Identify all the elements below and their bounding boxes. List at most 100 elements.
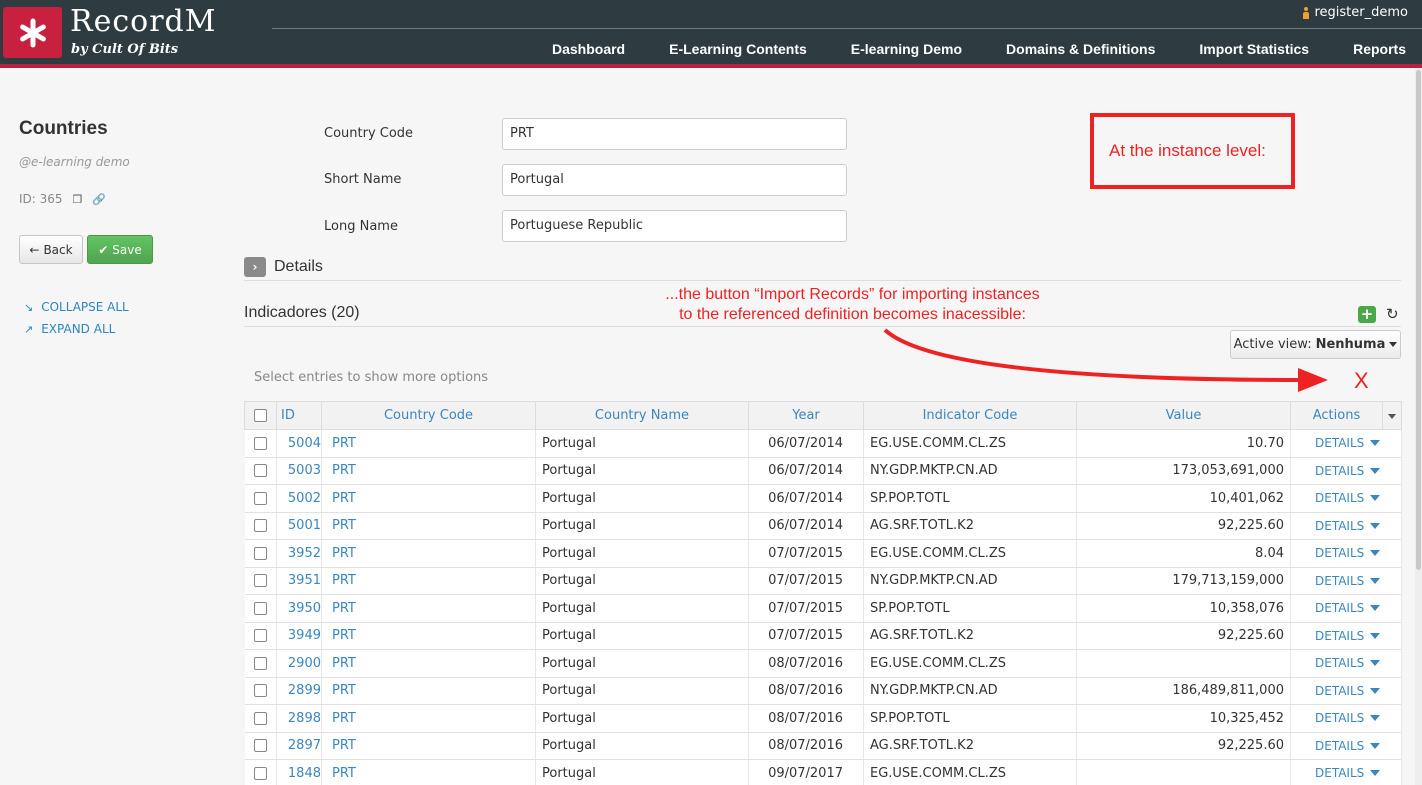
details-dropdown[interactable]: DETAILS: [1315, 436, 1395, 450]
nav-dashboard[interactable]: Dashboard: [524, 41, 641, 57]
details-dropdown[interactable]: DETAILS: [1315, 491, 1395, 505]
row-checkbox[interactable]: [253, 464, 267, 478]
row-country-code[interactable]: PRT: [321, 677, 536, 705]
table-row[interactable]: 5001 PRT Portugal 06/07/2014 AG.SRF.TOTL.K2 9…: [244, 512, 1402, 540]
row-checkbox[interactable]: [253, 739, 267, 753]
details-dropdown[interactable]: DETAILS: [1315, 656, 1395, 670]
row-id[interactable]: 3950: [276, 594, 322, 623]
app-header: RecordM by Cult Of Bits register_demo Da…: [0, 0, 1422, 64]
copy-icon[interactable]: ❐: [73, 193, 83, 206]
row-checkbox[interactable]: [253, 684, 267, 698]
row-id[interactable]: 3949: [276, 622, 322, 650]
row-year: 08/07/2016: [748, 677, 864, 705]
row-country-code[interactable]: PRT: [321, 732, 536, 760]
row-id[interactable]: 1848: [276, 759, 322, 785]
row-country-code[interactable]: PRT: [321, 567, 536, 595]
row-id[interactable]: 2898: [276, 704, 322, 733]
row-country-code[interactable]: PRT: [321, 704, 536, 733]
row-country-code[interactable]: PRT: [321, 457, 536, 485]
details-dropdown[interactable]: DETAILS: [1315, 546, 1395, 560]
details-dropdown[interactable]: DETAILS: [1315, 711, 1395, 725]
link-icon[interactable]: 🔗: [92, 193, 106, 206]
back-button[interactable]: ← Back: [19, 235, 83, 264]
row-checkbox[interactable]: [253, 601, 267, 615]
table-row[interactable]: 5002 PRT Portugal 06/07/2014 SP.POP.TOTL 10,4…: [244, 484, 1402, 513]
row-country-code[interactable]: PRT: [321, 594, 536, 623]
row-country-code[interactable]: PRT: [321, 759, 536, 785]
details-dropdown[interactable]: DETAILS: [1315, 464, 1395, 478]
column-menu[interactable]: [1382, 401, 1402, 430]
logo-icon[interactable]: [3, 7, 62, 58]
table-row[interactable]: 2900 PRT Portugal 08/07/2016 EG.USE.COMM.CL.…: [244, 649, 1402, 678]
table-row[interactable]: 3950 PRT Portugal 07/07/2015 SP.POP.TOTL 10,3…: [244, 594, 1402, 623]
nav-import-statistics[interactable]: Import Statistics: [1171, 41, 1325, 57]
short-name-field[interactable]: Portugal: [502, 164, 847, 196]
row-country-code[interactable]: PRT: [321, 484, 536, 513]
details-dropdown[interactable]: DETAILS: [1315, 629, 1395, 643]
details-dropdown[interactable]: DETAILS: [1315, 574, 1395, 588]
col-country-code[interactable]: Country Code: [321, 401, 536, 430]
row-checkbox[interactable]: [253, 574, 267, 588]
table-row[interactable]: 5004 PRT Portugal 06/07/2014 EG.USE.COMM.CL.…: [244, 429, 1402, 458]
col-indicator-code[interactable]: Indicator Code: [863, 401, 1077, 430]
long-name-field[interactable]: Portuguese Republic: [502, 210, 847, 242]
row-checkbox[interactable]: [253, 629, 267, 643]
row-id[interactable]: 5003: [276, 457, 322, 485]
row-checkbox[interactable]: [253, 546, 267, 560]
col-country-name[interactable]: Country Name: [535, 401, 749, 430]
table-row[interactable]: 2897 PRT Portugal 08/07/2016 AG.SRF.TOTL.K2 9…: [244, 732, 1402, 760]
details-dropdown[interactable]: DETAILS: [1315, 601, 1395, 615]
scrollbar-thumb[interactable]: [1416, 70, 1421, 570]
row-country-code[interactable]: PRT: [321, 622, 536, 650]
row-checkbox[interactable]: [253, 519, 267, 533]
row-id[interactable]: 5001: [276, 512, 322, 540]
table-row[interactable]: 2898 PRT Portugal 08/07/2016 SP.POP.TOTL 10,3…: [244, 704, 1402, 733]
row-checkbox[interactable]: [253, 711, 267, 725]
col-year[interactable]: Year: [748, 401, 864, 430]
table-row[interactable]: 5003 PRT Portugal 06/07/2014 NY.GDP.MKTP.CN.…: [244, 457, 1402, 485]
add-icon[interactable]: +: [1358, 306, 1376, 323]
country-code-field[interactable]: PRT: [502, 118, 847, 150]
col-value[interactable]: Value: [1076, 401, 1291, 430]
table-row[interactable]: 3952 PRT Portugal 07/07/2015 EG.USE.COMM.CL.…: [244, 539, 1402, 568]
details-dropdown[interactable]: DETAILS: [1315, 739, 1395, 753]
details-dropdown[interactable]: DETAILS: [1315, 766, 1395, 780]
nav-reports[interactable]: Reports: [1325, 41, 1422, 57]
row-country-code[interactable]: PRT: [321, 649, 536, 678]
select-all-checkbox[interactable]: [254, 409, 267, 422]
refresh-icon[interactable]: ↻: [1386, 305, 1399, 323]
row-id[interactable]: 3951: [276, 567, 322, 595]
user-menu[interactable]: register_demo: [1302, 5, 1408, 20]
row-checkbox[interactable]: [253, 656, 267, 670]
col-id[interactable]: ID: [276, 401, 322, 430]
row-id[interactable]: 5004: [276, 429, 322, 458]
collapse-all-label: COLLAPSE ALL: [41, 300, 129, 314]
row-id[interactable]: 2900: [276, 649, 322, 678]
chevron-right-icon: ›: [244, 257, 266, 277]
table-row[interactable]: 3949 PRT Portugal 07/07/2015 AG.SRF.TOTL.K2 9…: [244, 622, 1402, 650]
row-checkbox[interactable]: [253, 491, 267, 505]
details-section-toggle[interactable]: › Details: [244, 257, 323, 277]
table-row[interactable]: 3951 PRT Portugal 07/07/2015 NY.GDP.MKTP.CN.…: [244, 567, 1402, 595]
collapse-all-link[interactable]: ↘ COLLAPSE ALL: [24, 300, 129, 314]
row-id[interactable]: 2897: [276, 732, 322, 760]
row-id[interactable]: 2899: [276, 677, 322, 705]
row-checkbox[interactable]: [253, 766, 267, 780]
row-country-code[interactable]: PRT: [321, 539, 536, 568]
row-country-code[interactable]: PRT: [321, 512, 536, 540]
row-value: 10,401,062: [1076, 484, 1291, 513]
details-dropdown[interactable]: DETAILS: [1315, 519, 1395, 533]
expand-all-link[interactable]: ↗ EXPAND ALL: [24, 322, 115, 336]
nav-elearning-contents[interactable]: E-Learning Contents: [641, 41, 823, 57]
active-view-dropdown[interactable]: Active view: Nenhuma: [1230, 330, 1401, 359]
row-id[interactable]: 3952: [276, 539, 322, 568]
table-row[interactable]: 1848 PRT Portugal 09/07/2017 EG.USE.COMM.CL.…: [244, 759, 1402, 785]
row-id[interactable]: 5002: [276, 484, 322, 513]
row-checkbox[interactable]: [253, 436, 267, 450]
save-button[interactable]: ✔ Save: [87, 235, 153, 264]
details-dropdown[interactable]: DETAILS: [1315, 684, 1395, 698]
table-row[interactable]: 2899 PRT Portugal 08/07/2016 NY.GDP.MKTP.CN.…: [244, 677, 1402, 705]
nav-elearning-demo[interactable]: E-learning Demo: [823, 41, 978, 57]
nav-domains-definitions[interactable]: Domains & Definitions: [978, 41, 1171, 57]
row-country-code[interactable]: PRT: [321, 429, 536, 458]
